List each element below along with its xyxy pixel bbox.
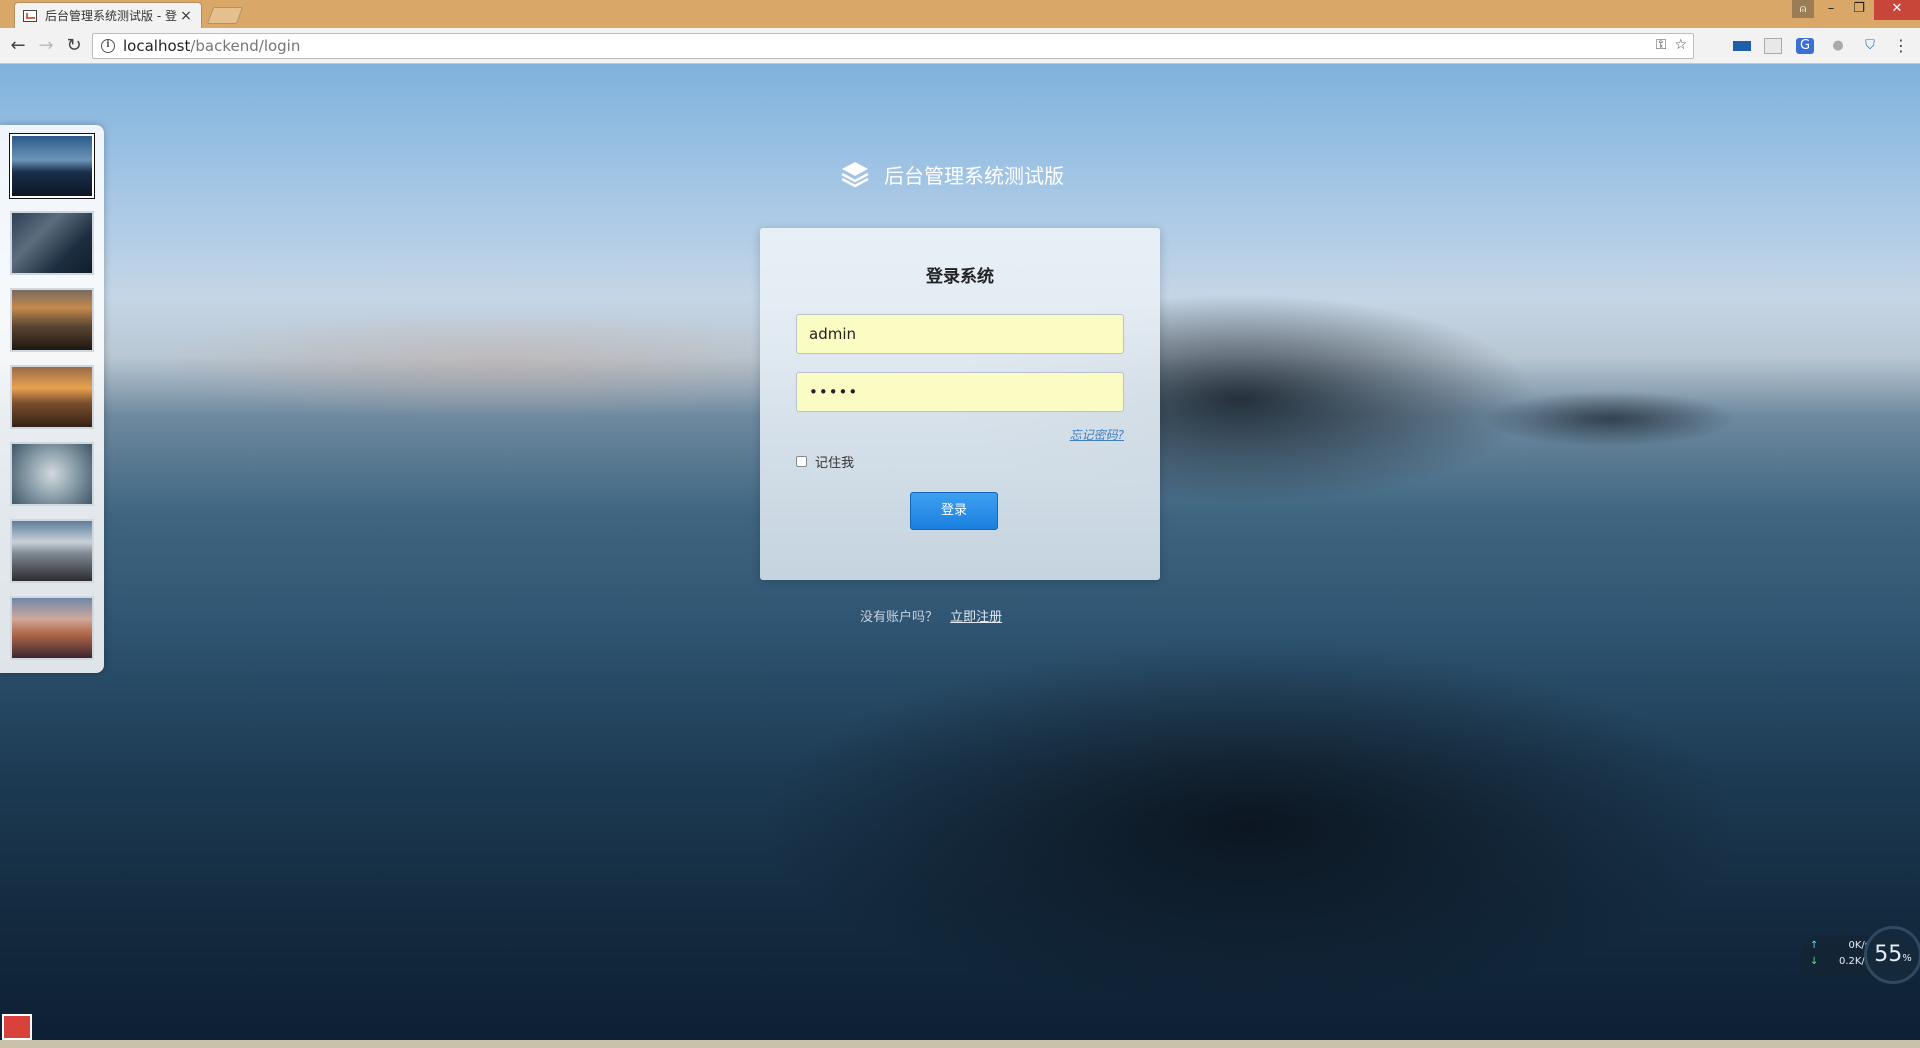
background-thumbnail[interactable] xyxy=(10,596,94,660)
upload-speed: ↑ 0K/s xyxy=(1810,940,1870,951)
upload-arrow-icon: ↑ xyxy=(1810,940,1819,951)
new-tab-button[interactable] xyxy=(206,7,244,24)
bookmark-star-icon[interactable]: ☆ xyxy=(1674,37,1687,53)
minimize-button[interactable]: – xyxy=(1818,0,1844,20)
download-arrow-icon: ↓ xyxy=(1810,956,1819,967)
username-input[interactable] xyxy=(796,314,1124,354)
remember-me-checkbox[interactable] xyxy=(796,456,807,467)
back-button[interactable]: ← xyxy=(6,34,30,58)
percent-unit: % xyxy=(1902,953,1912,964)
background-thumbnail[interactable] xyxy=(10,442,94,506)
extension-1-icon[interactable] xyxy=(1733,41,1751,51)
register-prompt: 没有账户吗？ 立即注册 xyxy=(860,606,1160,625)
menu-icon[interactable]: ⋮ xyxy=(1892,38,1910,54)
network-speed-widget[interactable]: ↑ 0K/s ↓ 0.2K/s 55% xyxy=(1800,922,1920,992)
layers-icon xyxy=(841,162,869,188)
app-shortcut-icon[interactable] xyxy=(2,1014,32,1040)
shield-icon[interactable]: ⛉ xyxy=(1861,38,1879,54)
browser-toolbar: ← → ↻ i localhost /backend/login ⚿ ☆ G ●… xyxy=(0,28,1920,64)
background-thumbnail[interactable] xyxy=(10,134,94,198)
password-input[interactable] xyxy=(796,372,1124,412)
register-link[interactable]: 立即注册 xyxy=(950,610,1002,625)
os-taskbar xyxy=(0,1040,1920,1048)
extension-2-icon[interactable] xyxy=(1764,38,1782,54)
extension-3-icon[interactable]: ● xyxy=(1829,38,1847,54)
key-icon[interactable]: ⚿ xyxy=(1656,37,1667,53)
background-switcher-panel xyxy=(0,125,104,673)
profile-icon[interactable]: ⍝ xyxy=(1792,0,1814,18)
forgot-password-link[interactable]: 忘记密码? xyxy=(1070,426,1124,443)
close-window-button[interactable]: ✕ xyxy=(1874,0,1920,20)
tab-close-icon[interactable]: × xyxy=(179,8,193,24)
memory-usage-gauge: 55% xyxy=(1864,926,1920,984)
address-bar[interactable]: i localhost /backend/login ⚿ ☆ xyxy=(92,33,1694,59)
restore-button[interactable]: ❐ xyxy=(1846,0,1872,20)
browser-tab[interactable]: 后台管理系统测试版 - 登 × xyxy=(14,2,202,28)
url-host: localhost xyxy=(123,37,191,55)
brand-title: 后台管理系统测试版 xyxy=(884,163,1064,188)
site-info-icon[interactable]: i xyxy=(101,39,115,53)
page-viewport: 后台管理系统测试版 登录系统 忘记密码? 记住我 登录 没有账户吗？ 立即注册 … xyxy=(0,64,1920,1040)
forward-button[interactable]: → xyxy=(34,34,58,58)
login-card: 登录系统 忘记密码? 记住我 登录 xyxy=(760,228,1160,580)
reload-button[interactable]: ↻ xyxy=(62,34,86,58)
background-thumbnail[interactable] xyxy=(10,365,94,429)
background-thumbnail[interactable] xyxy=(10,519,94,583)
brand-header: 后台管理系统测试版 xyxy=(840,154,1064,194)
background-thumbnail[interactable] xyxy=(10,211,94,275)
download-speed: ↓ 0.2K/s xyxy=(1810,956,1870,967)
tab-favicon-icon xyxy=(23,9,37,22)
no-account-text: 没有账户吗？ xyxy=(860,610,939,625)
remember-me-label: 记住我 xyxy=(815,456,855,471)
login-button[interactable]: 登录 xyxy=(910,492,998,530)
browser-titlebar: 后台管理系统测试版 - 登 × ⍝ – ❐ ✕ xyxy=(0,0,1920,28)
url-path: /backend/login xyxy=(190,37,301,55)
translate-icon[interactable]: G xyxy=(1796,38,1814,54)
background-thumbnail[interactable] xyxy=(10,288,94,352)
remember-me[interactable]: 记住我 xyxy=(796,452,854,471)
memory-percent: 55 xyxy=(1874,942,1903,967)
login-title: 登录系统 xyxy=(926,267,994,287)
tab-title: 后台管理系统测试版 - 登 xyxy=(45,9,177,23)
